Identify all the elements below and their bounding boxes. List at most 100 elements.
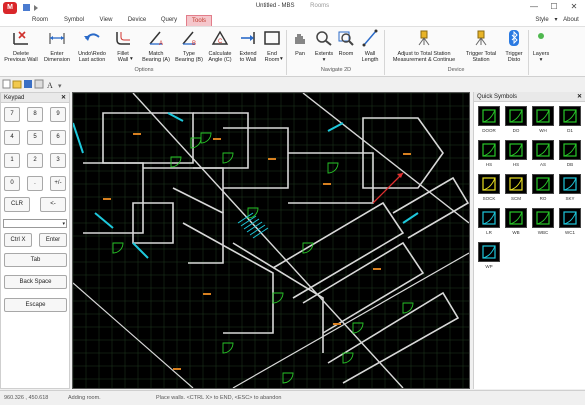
symbol-label: WC1 bbox=[565, 230, 575, 235]
key-6[interactable]: 6 bbox=[50, 130, 66, 145]
calculate-angle-button[interactable]: C Calculate Angle (C) bbox=[204, 29, 236, 64]
tab-view[interactable]: View bbox=[94, 15, 118, 26]
zoom-room-button[interactable]: Room bbox=[336, 29, 356, 57]
coordinates-readout: 960.326 , 450.618 bbox=[4, 395, 49, 401]
symbol-tile-sock[interactable] bbox=[478, 174, 500, 194]
symbol-tile-hs[interactable] bbox=[505, 140, 527, 160]
clr-button[interactable]: CLR bbox=[4, 197, 30, 212]
symbol-tile-d1[interactable] bbox=[559, 106, 581, 126]
room-label-marker bbox=[268, 158, 276, 160]
tab-device[interactable]: Device bbox=[124, 15, 150, 26]
enter-dimension-button[interactable]: Enter Dimension bbox=[42, 29, 72, 64]
key-8[interactable]: 8 bbox=[27, 107, 43, 122]
trigger-disto-button[interactable]: Trigger Disto bbox=[502, 29, 526, 64]
symbol-icon bbox=[482, 143, 496, 157]
match-bearing-button[interactable]: A Match Bearing (A) bbox=[140, 29, 172, 64]
enter-button[interactable]: Enter bbox=[39, 233, 67, 247]
symbol-icon bbox=[509, 143, 523, 157]
keypad-close-icon[interactable]: ✕ bbox=[61, 93, 66, 103]
symbol-tile-lr[interactable] bbox=[478, 208, 500, 228]
tab-room[interactable]: Room bbox=[28, 15, 52, 26]
symbol-icon bbox=[482, 245, 496, 259]
key-4[interactable]: 4 bbox=[4, 130, 20, 145]
open-file-icon bbox=[12, 80, 22, 89]
adjust-total-station-button[interactable]: Adjust to Total Station Measurement & Co… bbox=[386, 29, 462, 64]
symbol-label: WB bbox=[512, 230, 520, 235]
key-0[interactable]: 0 bbox=[4, 176, 20, 191]
extend-to-wall-button[interactable]: Extend to Wall bbox=[236, 29, 260, 64]
end-room-button[interactable]: End Room ▾ bbox=[260, 29, 284, 64]
wall-length-button[interactable]: Wall Length bbox=[358, 29, 382, 64]
type-bearing-button[interactable]: B Type Bearing (B) bbox=[174, 29, 204, 64]
window-segment bbox=[94, 212, 114, 229]
extents-button[interactable]: Extents ▾ bbox=[312, 29, 336, 64]
text-format-icon: A bbox=[47, 81, 53, 90]
key-plus-minus[interactable]: +/- bbox=[50, 176, 66, 191]
save-icon bbox=[24, 80, 32, 88]
key-decimal[interactable]: . bbox=[27, 176, 43, 191]
key-1[interactable]: 1 bbox=[4, 153, 20, 168]
delete-previous-wall-button[interactable]: Delete Previous Wall bbox=[4, 29, 38, 64]
symbol-tile-hs[interactable] bbox=[478, 140, 500, 160]
key-3[interactable]: 3 bbox=[50, 153, 66, 168]
minimize-button[interactable]: — bbox=[525, 1, 543, 13]
key-5[interactable]: 5 bbox=[27, 130, 43, 145]
back-arrow-button[interactable]: <- bbox=[40, 197, 66, 212]
undo-icon bbox=[84, 33, 100, 41]
backspace-button[interactable]: Back Space bbox=[4, 275, 67, 289]
layers-button[interactable]: Layers ▾ bbox=[530, 29, 552, 64]
tab-query[interactable]: Query bbox=[156, 15, 182, 26]
fillet-wall-button[interactable]: Fillet Wall ▾ bbox=[110, 29, 136, 64]
window-segment bbox=[167, 112, 184, 122]
style-dropdown-icon[interactable]: ▾ bbox=[553, 15, 559, 26]
symbol-tile-scm[interactable] bbox=[505, 174, 527, 194]
key-2[interactable]: 2 bbox=[27, 153, 43, 168]
symbol-label: WBC bbox=[537, 230, 549, 235]
close-button[interactable]: ✕ bbox=[565, 1, 583, 13]
symbol-label: HS bbox=[512, 162, 520, 167]
floorplan-drawing[interactable] bbox=[72, 92, 470, 389]
undo-redo-button[interactable]: Undo\Redo Last action bbox=[76, 29, 108, 64]
quick-symbols-close-icon[interactable]: ✕ bbox=[577, 92, 582, 102]
symbol-tile-do[interactable] bbox=[505, 106, 527, 126]
symbol-tile-wb[interactable] bbox=[505, 208, 527, 228]
keypad-dropdown[interactable]: ▾ bbox=[3, 219, 67, 228]
symbol-tile-as[interactable] bbox=[532, 140, 554, 160]
key-9[interactable]: 9 bbox=[50, 107, 66, 122]
symbol-tile-wbc[interactable] bbox=[532, 208, 554, 228]
maximize-button[interactable]: ☐ bbox=[545, 1, 563, 13]
key-7[interactable]: 7 bbox=[4, 107, 20, 122]
tab-button[interactable]: Tab bbox=[4, 253, 67, 267]
ctrl-x-button[interactable]: Ctrl X bbox=[4, 233, 32, 247]
pan-button[interactable]: Pan bbox=[290, 29, 310, 57]
symbol-tile-sky[interactable] bbox=[559, 174, 581, 194]
room-label-marker bbox=[403, 153, 411, 155]
door-symbol bbox=[282, 372, 294, 384]
symbol-tile-wc1[interactable] bbox=[559, 208, 581, 228]
floorplan-canvas[interactable] bbox=[72, 92, 470, 389]
symbol-label: AS bbox=[539, 162, 546, 167]
bluetooth-icon bbox=[509, 30, 519, 46]
type-bearing-icon: B bbox=[182, 31, 196, 47]
status-hint: Place walls. <CTRL X> to END, <ESC> to a… bbox=[156, 395, 282, 401]
about-menu[interactable]: About bbox=[560, 15, 582, 26]
navigate-group-label: Navigate 2D bbox=[320, 67, 352, 73]
symbol-label: DB bbox=[566, 162, 574, 167]
symbol-tile-ro[interactable] bbox=[532, 174, 554, 194]
symbol-tile-wh[interactable] bbox=[532, 106, 554, 126]
symbol-label: WH bbox=[539, 128, 547, 133]
symbol-icon bbox=[536, 177, 550, 191]
style-menu[interactable]: Style bbox=[532, 15, 552, 26]
tab-tools[interactable]: Tools bbox=[186, 15, 212, 26]
room-label-marker bbox=[203, 293, 211, 295]
symbol-tile-wp[interactable] bbox=[478, 242, 500, 262]
escape-button[interactable]: Escape bbox=[4, 298, 67, 312]
symbol-tile-door[interactable] bbox=[478, 106, 500, 126]
symbol-tile-db[interactable] bbox=[559, 140, 581, 160]
tab-symbol[interactable]: Symbol bbox=[60, 15, 88, 26]
match-bearing-icon: A bbox=[149, 31, 163, 47]
symbol-label: SOCK bbox=[482, 196, 496, 201]
trigger-total-station-button[interactable]: Trigger Total Station bbox=[462, 29, 500, 64]
extend-to-wall-label: Extend to Wall bbox=[239, 50, 257, 64]
door-symbol bbox=[112, 242, 124, 254]
